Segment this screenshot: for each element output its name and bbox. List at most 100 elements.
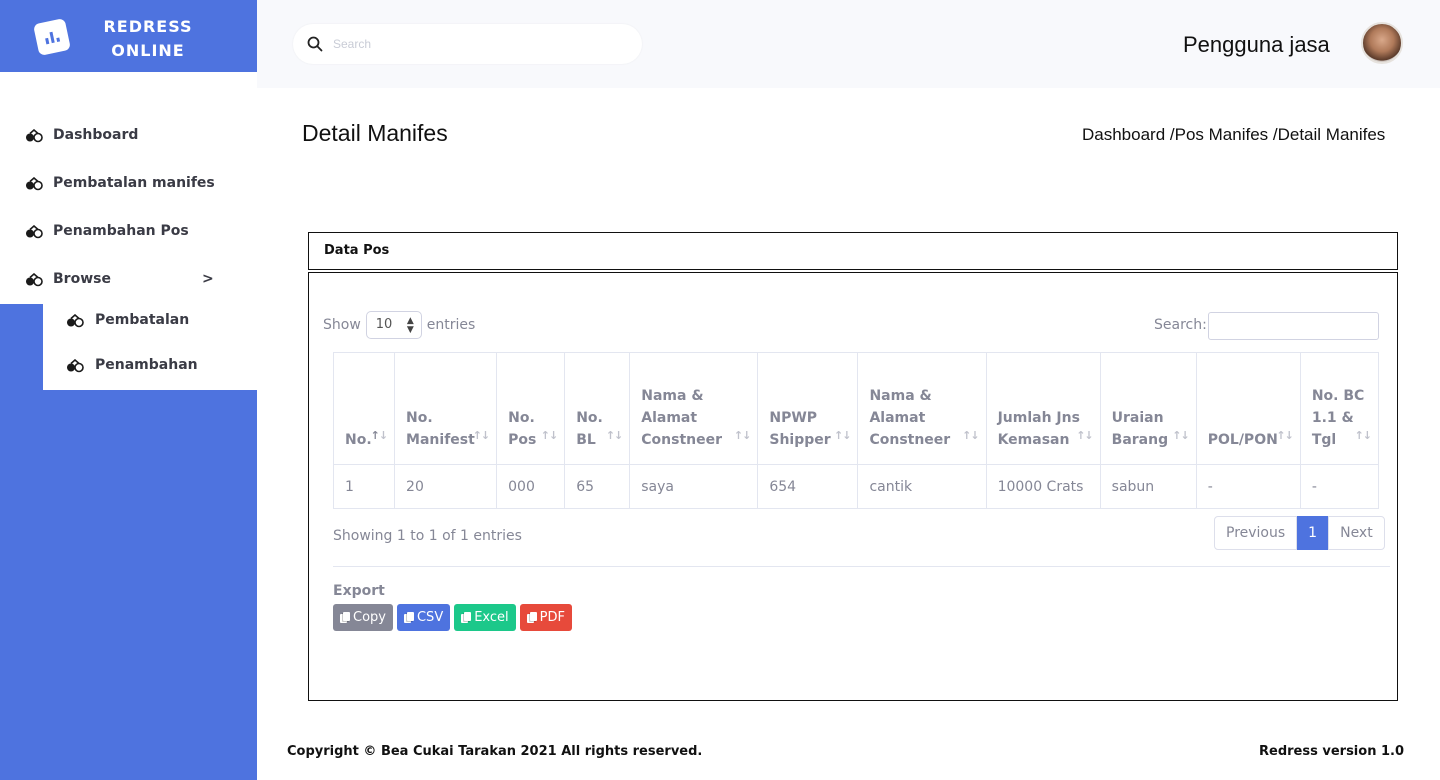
pills-icon (26, 177, 43, 191)
table-cell: 10000 Crats (985, 464, 1101, 509)
sidebar-item-label: Pembatalan manifes (53, 175, 215, 191)
column-header[interactable]: No. BL ↑↓ (564, 352, 631, 465)
column-header-label: No. Pos (508, 410, 537, 448)
table-search-input[interactable] (1208, 312, 1379, 340)
entries-label: entries (426, 317, 476, 333)
sort-icon: ↑↓ (605, 429, 623, 442)
sort-icon: ↑↓ (962, 429, 979, 442)
page-length-select[interactable]: 10 ▲ ▼ (365, 311, 422, 339)
column-header-label: No. (345, 432, 372, 448)
table-cell: 1 (332, 464, 396, 509)
sidebar-item-browse[interactable]: Browse > (0, 260, 257, 300)
copy-icon (403, 611, 414, 624)
column-header-label: No. Manifest (406, 410, 475, 448)
table-cell: - (1299, 464, 1380, 509)
sort-icon: ↑↓ (1354, 429, 1372, 442)
table-cell: 654 (757, 464, 859, 509)
sidebar-item-pembatalan-manifes[interactable]: Pembatalan manifes (0, 164, 257, 204)
sort-icon: ↑↓ (370, 429, 388, 442)
column-header-label: Nama & Alamat Constneer (641, 388, 722, 448)
submenu-item-label: Penambahan (95, 357, 198, 373)
page-title: Detail Manifes (302, 120, 448, 146)
user-name[interactable]: Pengguna jasa (1183, 32, 1330, 58)
pdf-button-label: PDF (539, 610, 565, 625)
data-table: No. ↑↓ No. Manifest ↑↓ No. Pos ↑↓ No. BL ↑↓ … (332, 352, 1380, 509)
column-header[interactable]: NPWP Shipper ↑↓ (757, 352, 859, 465)
submenu-item-pembatalan[interactable]: Pembatalan (43, 301, 257, 341)
sidebar-item-label: Penambahan Pos (53, 223, 189, 239)
column-header[interactable]: Uraian Barang ↑↓ (1099, 352, 1197, 465)
pills-icon (26, 273, 43, 287)
card-body: Show 10 ▲ ▼ entries Search: No. ↑↓ No. Man… (308, 272, 1398, 701)
breadcrumb[interactable]: Dashboard /Pos Manifes /Detail Manifes (1082, 125, 1385, 145)
submenu-item-penambahan[interactable]: Penambahan (43, 346, 257, 386)
chart-icon (33, 18, 71, 56)
page-length-value: 10 (375, 317, 393, 332)
column-header[interactable]: Jumlah Jns Kemasan ↑↓ (985, 352, 1101, 465)
export-label: Export (333, 583, 385, 599)
sort-icon: ↑↓ (733, 429, 751, 442)
sort-icon: ↑↓ (1276, 429, 1293, 442)
search-icon (307, 36, 323, 52)
sort-icon: ↑↓ (834, 429, 851, 442)
column-header[interactable]: No. BC 1.1 & Tgl ↑↓ (1299, 352, 1380, 465)
column-header[interactable]: Nama & Alamat Constneer ↑↓ (629, 352, 759, 465)
table-cell: 65 (564, 464, 631, 509)
next-page-button[interactable]: Next (1328, 516, 1385, 550)
filter-label: Search: (1154, 317, 1207, 333)
divider (333, 566, 1390, 567)
column-header[interactable]: POL/PON ↑↓ (1195, 352, 1301, 465)
table-info: Showing 1 to 1 of 1 entries (333, 528, 522, 544)
pills-icon (67, 314, 84, 328)
column-header[interactable]: No. Manifest ↑↓ (394, 352, 498, 465)
column-header-label: Nama & Alamat Constneer (869, 388, 951, 448)
column-header[interactable]: Nama & Alamat Constneer ↑↓ (857, 352, 987, 465)
table-cell: cantik (857, 464, 987, 509)
card-header: Data Pos (308, 232, 1398, 270)
table-header-row: No. ↑↓ No. Manifest ↑↓ No. Pos ↑↓ No. BL ↑↓ … (332, 352, 1380, 465)
pills-icon (26, 225, 43, 239)
sort-icon: ↑↓ (1076, 429, 1093, 442)
column-header[interactable]: No. ↑↓ (332, 352, 396, 465)
table-cell: - (1195, 464, 1301, 509)
sidebar-item-label: Dashboard (53, 127, 139, 143)
excel-button[interactable]: Excel (454, 604, 516, 631)
csv-button-label: CSV (416, 610, 444, 625)
sort-icon: ↑↓ (472, 429, 490, 442)
table-cell: sabun (1099, 464, 1197, 509)
previous-page-button[interactable]: Previous (1214, 516, 1298, 550)
version-text: Redress version 1.0 (1259, 744, 1404, 759)
card-title: Data Pos (324, 243, 390, 258)
column-header-label: POL/PON (1207, 432, 1278, 448)
search-box (293, 24, 642, 64)
show-label: Show (323, 317, 361, 333)
table-cell: 000 (496, 464, 566, 509)
sidebar-item-penambahan-pos[interactable]: Penambahan Pos (0, 212, 257, 252)
column-header-label: NPWP Shipper (769, 410, 831, 448)
copy-icon (526, 611, 537, 624)
topbar: Pengguna jasa (257, 0, 1440, 88)
column-header-label: Uraian Barang (1111, 410, 1169, 448)
chevron-right-icon: > (202, 271, 214, 287)
sidebar-item-dashboard[interactable]: Dashboard (0, 116, 257, 156)
copyright-text: Copyright © Bea Cukai Tarakan 2021 All r… (287, 744, 703, 759)
brand[interactable]: REDRESS ONLINE (0, 0, 257, 72)
browse-submenu: Pembatalan Penambahan (43, 298, 257, 390)
export-buttons: Copy CSV Excel PDF (333, 604, 572, 631)
pagination: Previous 1 Next (1214, 516, 1385, 550)
search-input[interactable] (333, 34, 623, 54)
submenu-item-label: Pembatalan (95, 312, 190, 328)
sidebar-item-label: Browse (53, 271, 111, 287)
brand-line-2: ONLINE (111, 41, 185, 60)
table-cell: 20 (394, 464, 498, 509)
column-header[interactable]: No. Pos ↑↓ (496, 352, 566, 465)
copy-button[interactable]: Copy (333, 604, 393, 631)
copy-icon (461, 611, 472, 624)
pdf-button[interactable]: PDF (519, 604, 572, 631)
csv-button[interactable]: CSV (396, 604, 451, 631)
page-button-1[interactable]: 1 (1297, 516, 1329, 550)
brand-line-1: REDRESS (103, 17, 193, 36)
copy-button-label: Copy (353, 610, 386, 625)
avatar[interactable] (1361, 22, 1403, 64)
excel-button-label: Excel (474, 610, 509, 625)
